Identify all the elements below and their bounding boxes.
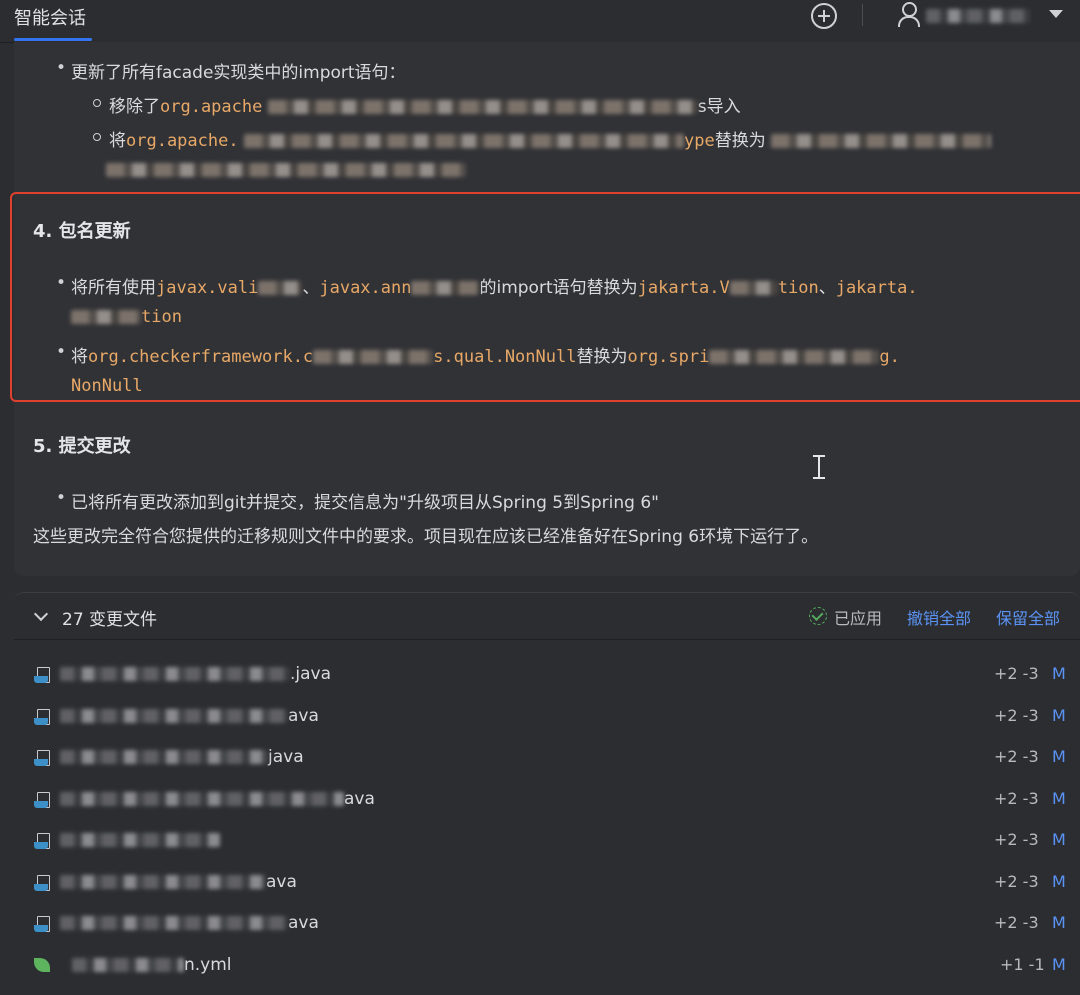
redacted-text [60, 792, 344, 806]
user-icon[interactable] [896, 2, 920, 28]
list-item: 将org.apache. ype替换为 [92, 126, 992, 151]
redacted-text [60, 709, 288, 723]
list-item: 更新了所有facade实现类中的import语句： [56, 58, 406, 83]
active-tab-indicator [14, 38, 92, 41]
redacted-text [60, 750, 268, 764]
user-name-redacted [926, 9, 1030, 23]
list-item: 已将所有更改添加到git并提交，提交信息为"升级项目从Spring 5到Spri… [56, 488, 659, 513]
chat-header: 智能会话 [0, 0, 1080, 43]
java-file-icon [34, 667, 50, 685]
java-file-icon [34, 709, 50, 727]
java-file-icon [34, 750, 50, 768]
list-item-continuation [106, 160, 466, 180]
java-file-icon [34, 792, 50, 810]
file-row[interactable]: +2 -3 M [14, 821, 1080, 861]
highlight-annotation [10, 192, 1080, 402]
header-divider [862, 4, 863, 26]
changed-files-panel: 27 变更文件 已应用 撤销全部 保留全部 .java +2 -3 M ava … [14, 592, 1080, 995]
redacted-text [267, 100, 698, 114]
file-row[interactable]: .java +2 -3 M [14, 655, 1080, 695]
file-row[interactable]: java +2 -3 M [14, 738, 1080, 778]
plus-circle-icon[interactable] [811, 3, 837, 29]
redacted-text [60, 875, 266, 889]
summary-text: 这些更改完全符合您提供的迁移规则文件中的要求。项目现在应该已经准备好在Sprin… [33, 527, 819, 547]
caret-down-icon[interactable] [1049, 10, 1063, 18]
redacted-text [60, 916, 288, 930]
redacted-text [106, 163, 466, 177]
chevron-down-icon[interactable] [33, 606, 49, 622]
undo-all-button[interactable]: 撤销全部 [907, 605, 971, 629]
spring-leaf-icon [34, 958, 50, 972]
redacted-text [60, 833, 220, 847]
redacted-text [72, 958, 184, 972]
keep-all-button[interactable]: 保留全部 [996, 605, 1060, 629]
changed-files-count: 27 变更文件 [62, 610, 158, 630]
file-row[interactable]: ava +2 -3 M [14, 863, 1080, 903]
file-row[interactable]: ava +2 -3 M [14, 780, 1080, 820]
text-cursor-icon [812, 455, 826, 479]
changed-files-header[interactable]: 27 变更文件 已应用 撤销全部 保留全部 [14, 593, 1080, 640]
redacted-text [244, 134, 684, 148]
check-circle-icon [809, 607, 827, 625]
redacted-text [771, 134, 992, 148]
redacted-text [60, 667, 290, 681]
java-file-icon [34, 833, 50, 851]
list-item: 移除了org.apache s导入 [93, 92, 741, 117]
tab-smart-chat[interactable]: 智能会话 [14, 4, 86, 30]
section-heading: 5. 提交更改 [33, 436, 131, 457]
file-row[interactable]: n.yml +1 -1 M [14, 946, 1080, 986]
java-file-icon [34, 916, 50, 934]
file-row[interactable]: ava +2 -3 M [14, 697, 1080, 737]
file-row[interactable]: ava +2 -3 M [14, 904, 1080, 944]
applied-status: 已应用 [834, 609, 883, 628]
java-file-icon [34, 875, 50, 893]
